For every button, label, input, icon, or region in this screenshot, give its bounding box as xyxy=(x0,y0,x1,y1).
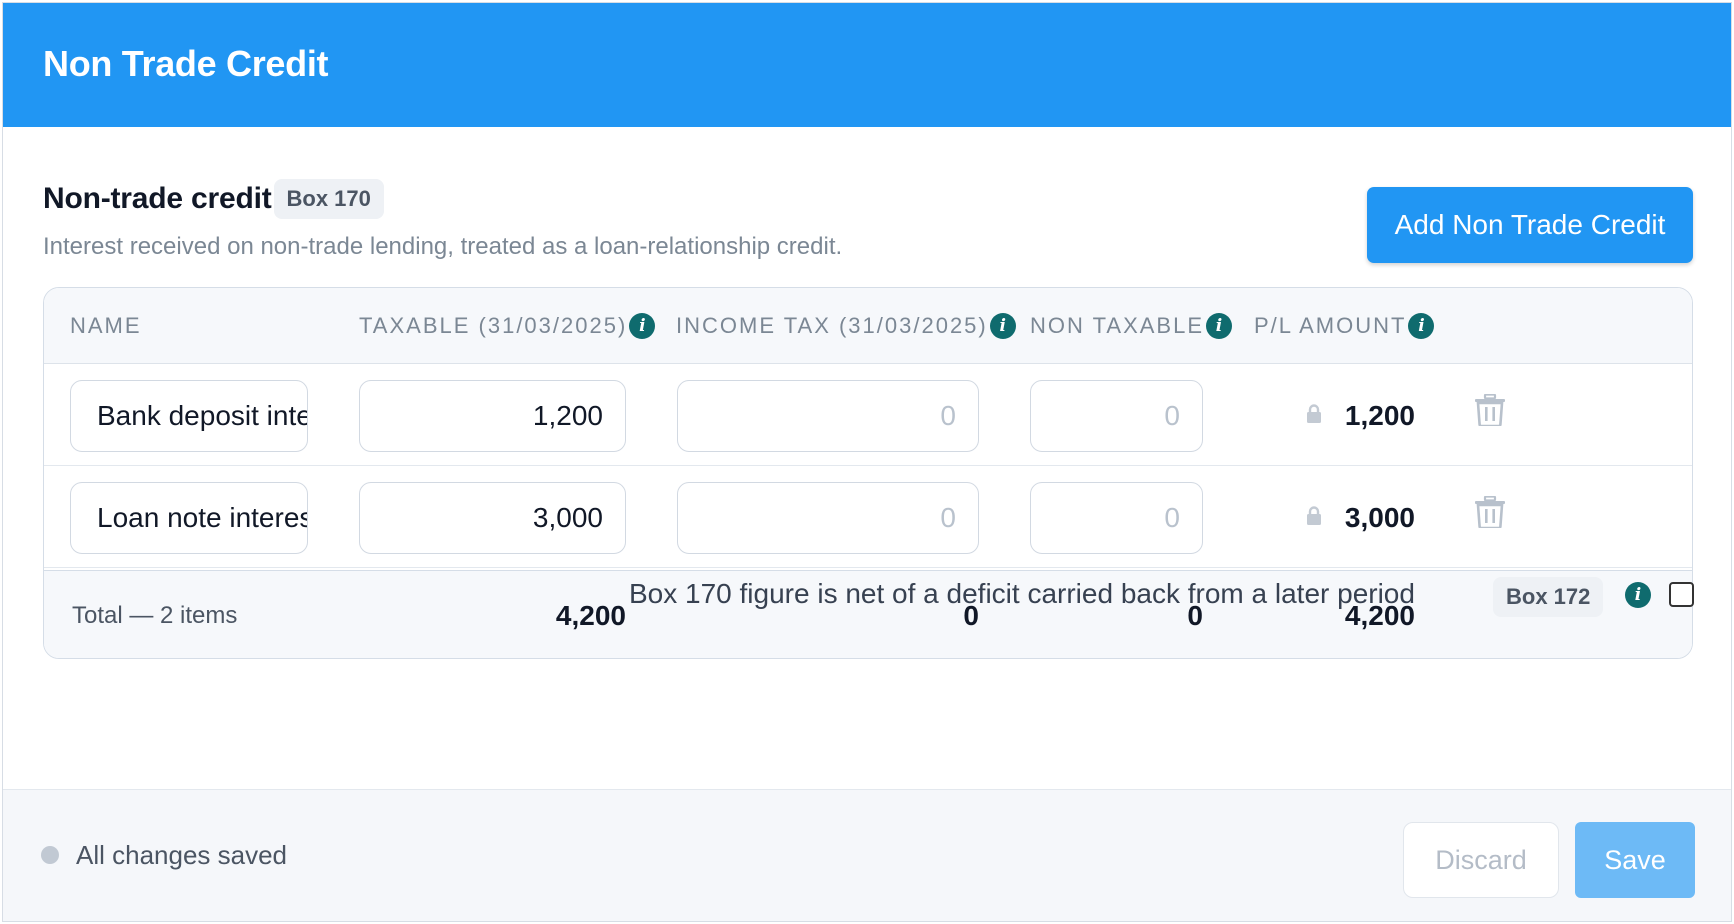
lock-icon xyxy=(1306,506,1329,530)
name-input[interactable]: Loan note interest xyxy=(70,482,308,554)
column-header-pl-amount-label: P/L AMOUNT xyxy=(1254,313,1407,338)
discard-button[interactable]: Discard xyxy=(1403,822,1559,898)
modal-footer: All changes saved Discard Save xyxy=(3,789,1731,921)
column-header-pl-amount: P/L AMOUNT i xyxy=(1254,288,1435,364)
pl-amount-cell: 1,200 xyxy=(1304,380,1415,452)
name-input[interactable]: Bank deposit interest xyxy=(70,380,308,452)
info-icon[interactable]: i xyxy=(1625,582,1651,608)
status-dot-icon xyxy=(41,846,59,864)
save-status: All changes saved xyxy=(41,790,287,920)
lock-icon xyxy=(1306,404,1329,428)
save-button[interactable]: Save xyxy=(1575,822,1695,898)
section-title: Non-trade credit xyxy=(43,182,272,215)
column-header-name-label: NAME xyxy=(70,313,142,338)
pl-amount-cell: 3,000 xyxy=(1304,482,1415,554)
taxable-input[interactable]: 3,000 xyxy=(359,482,626,554)
column-header-taxable: TAXABLE (31/03/2025) i xyxy=(359,288,656,364)
info-icon[interactable]: i xyxy=(629,313,656,339)
box-172-badge: Box 172 xyxy=(1493,577,1604,617)
pl-amount-value: 1,200 xyxy=(1344,400,1415,431)
taxable-input[interactable]: 1,200 xyxy=(359,380,626,452)
column-header-name: NAME xyxy=(70,288,142,364)
income-tax-input[interactable]: 0 xyxy=(677,482,979,554)
section-title-row: Non-trade credit Box 170 xyxy=(43,179,842,219)
non-taxable-input[interactable]: 0 xyxy=(1030,482,1203,554)
modal-title: Non Trade Credit xyxy=(43,43,329,84)
column-header-taxable-label: TAXABLE (31/03/2025) xyxy=(359,313,628,338)
trash-icon[interactable] xyxy=(1475,495,1509,534)
info-icon[interactable]: i xyxy=(1408,313,1435,339)
non-trade-credit-modal: Non Trade Credit Non-trade credit Box 17… xyxy=(2,2,1732,922)
section-subtitle: Interest received on non-trade lending, … xyxy=(43,233,843,260)
deficit-carried-back-label: Box 170 figure is net of a deficit carri… xyxy=(629,578,1415,609)
income-tax-input[interactable]: 0 xyxy=(677,380,979,452)
pl-amount-value: 3,000 xyxy=(1344,502,1415,533)
column-header-income-tax: INCOME TAX (31/03/2025) i xyxy=(676,288,1016,364)
trash-icon[interactable] xyxy=(1475,393,1509,432)
info-icon[interactable]: i xyxy=(989,313,1016,339)
deficit-carried-back-checkbox[interactable] xyxy=(1669,582,1694,607)
box-170-badge: Box 170 xyxy=(273,179,384,219)
column-header-income-tax-label: INCOME TAX (31/03/2025) xyxy=(676,313,988,338)
info-icon[interactable]: i xyxy=(1206,313,1233,339)
column-header-non-taxable-label: NON TAXABLE xyxy=(1030,313,1205,338)
deficit-carried-back-row: Box 170 figure is net of a deficit carri… xyxy=(3,569,1731,619)
non-taxable-input[interactable]: 0 xyxy=(1030,380,1203,452)
table-header: NAME TAXABLE (31/03/2025) i INCOME TAX (… xyxy=(44,288,1692,364)
table-row: Loan note interest 3,000 0 0 3,000 xyxy=(44,466,1692,568)
modal-header: Non Trade Credit xyxy=(3,3,1731,127)
save-status-text: All changes saved xyxy=(76,839,288,870)
column-header-non-taxable: NON TAXABLE i xyxy=(1030,288,1233,364)
table-row: Bank deposit interest 1,200 0 0 1,200 xyxy=(44,364,1692,466)
add-non-trade-credit-button[interactable]: Add Non Trade Credit xyxy=(1367,187,1693,263)
section-header: Non-trade credit Box 170 Interest receiv… xyxy=(43,179,842,261)
